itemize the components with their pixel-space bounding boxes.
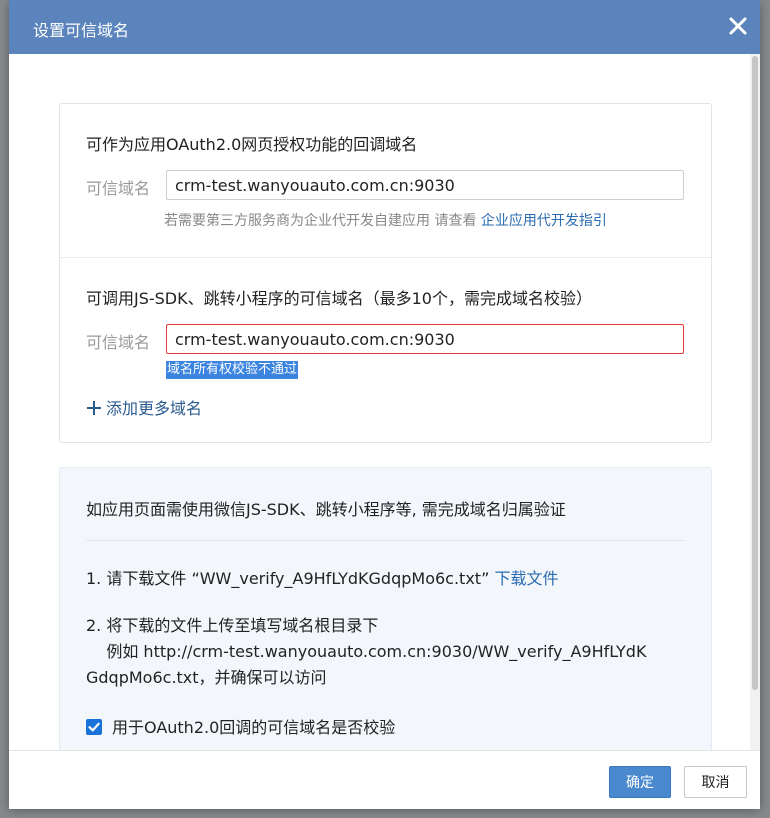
oauth-hint: 若需要第三方服务商为企业代开发自建应用 请查看 企业应用代开发指引 — [164, 210, 607, 230]
jssdk-section-label: 可调用JS-SDK、跳转小程序的可信域名（最多10个，需完成域名校验） — [86, 289, 592, 308]
verify-step-1: 1. 请下载文件 “WW_verify_A9HfLYdKGdqpMo6c.txt… — [86, 566, 686, 592]
trusted-domain-dialog: 设置可信域名 可作为应用OAuth2.0网页授权功能的回调域名 可信域名 若需要… — [9, 0, 760, 809]
verify-divider — [86, 540, 685, 541]
jssdk-domain-input[interactable] — [166, 324, 684, 354]
confirm-button[interactable]: 确定 — [609, 766, 671, 798]
scrollbar-thumb[interactable] — [752, 56, 758, 690]
domain-card: 可作为应用OAuth2.0网页授权功能的回调域名 可信域名 若需要第三方服务商为… — [59, 103, 712, 443]
oauth-domain-input[interactable] — [166, 170, 684, 200]
step2-line-2: 例如 http://crm-test.wanyouauto.com.cn:903… — [86, 642, 647, 661]
dev-guide-link[interactable]: 企业应用代开发指引 — [481, 213, 607, 229]
oauth-field-label: 可信域名 — [86, 179, 151, 198]
add-more-label: 添加更多域名 — [106, 399, 203, 418]
step2-line-3: GdqpMo6c.txt，并确保可以访问 — [86, 668, 327, 687]
cancel-button[interactable]: 取消 — [684, 766, 747, 798]
oauth-verify-checkbox[interactable] — [86, 719, 102, 735]
oauth-verify-option[interactable]: 用于OAuth2.0回调的可信域名是否校验 — [86, 714, 395, 738]
step2-line-1: 2. 将下载的文件上传至填写域名根目录下 — [86, 616, 379, 635]
add-more-domain-button[interactable]: 添加更多域名 — [86, 395, 202, 420]
jssdk-field-label: 可信域名 — [86, 333, 151, 352]
oauth-verify-label: 用于OAuth2.0回调的可信域名是否校验 — [112, 718, 396, 737]
dialog-body: 可作为应用OAuth2.0网页授权功能的回调域名 可信域名 若需要第三方服务商为… — [9, 54, 760, 750]
dialog-scrollbar[interactable] — [750, 54, 760, 750]
section-divider — [60, 257, 711, 258]
plus-icon — [86, 400, 102, 420]
verification-panel: 如应用页面需使用微信JS-SDK、跳转小程序等, 需完成域名归属验证 1. 请下… — [59, 467, 712, 750]
download-file-link[interactable]: 下载文件 — [494, 569, 558, 588]
close-icon[interactable] — [726, 12, 750, 40]
dialog-header: 设置可信域名 — [9, 0, 760, 54]
dialog-footer: 确定 取消 — [9, 750, 760, 809]
verify-title: 如应用页面需使用微信JS-SDK、跳转小程序等, 需完成域名归属验证 — [86, 500, 566, 519]
oauth-hint-text: 若需要第三方服务商为企业代开发自建应用 请查看 — [164, 213, 481, 229]
domain-error-message: 域名所有权校验不通过 — [166, 361, 299, 379]
verify-step-2: 2. 将下载的文件上传至填写域名根目录下 例如 http://crm-test.… — [86, 613, 686, 691]
dialog-title: 设置可信域名 — [33, 21, 130, 40]
step1-text: 1. 请下载文件 “WW_verify_A9HfLYdKGdqpMo6c.txt… — [86, 569, 495, 588]
oauth-section-label: 可作为应用OAuth2.0网页授权功能的回调域名 — [86, 135, 418, 154]
